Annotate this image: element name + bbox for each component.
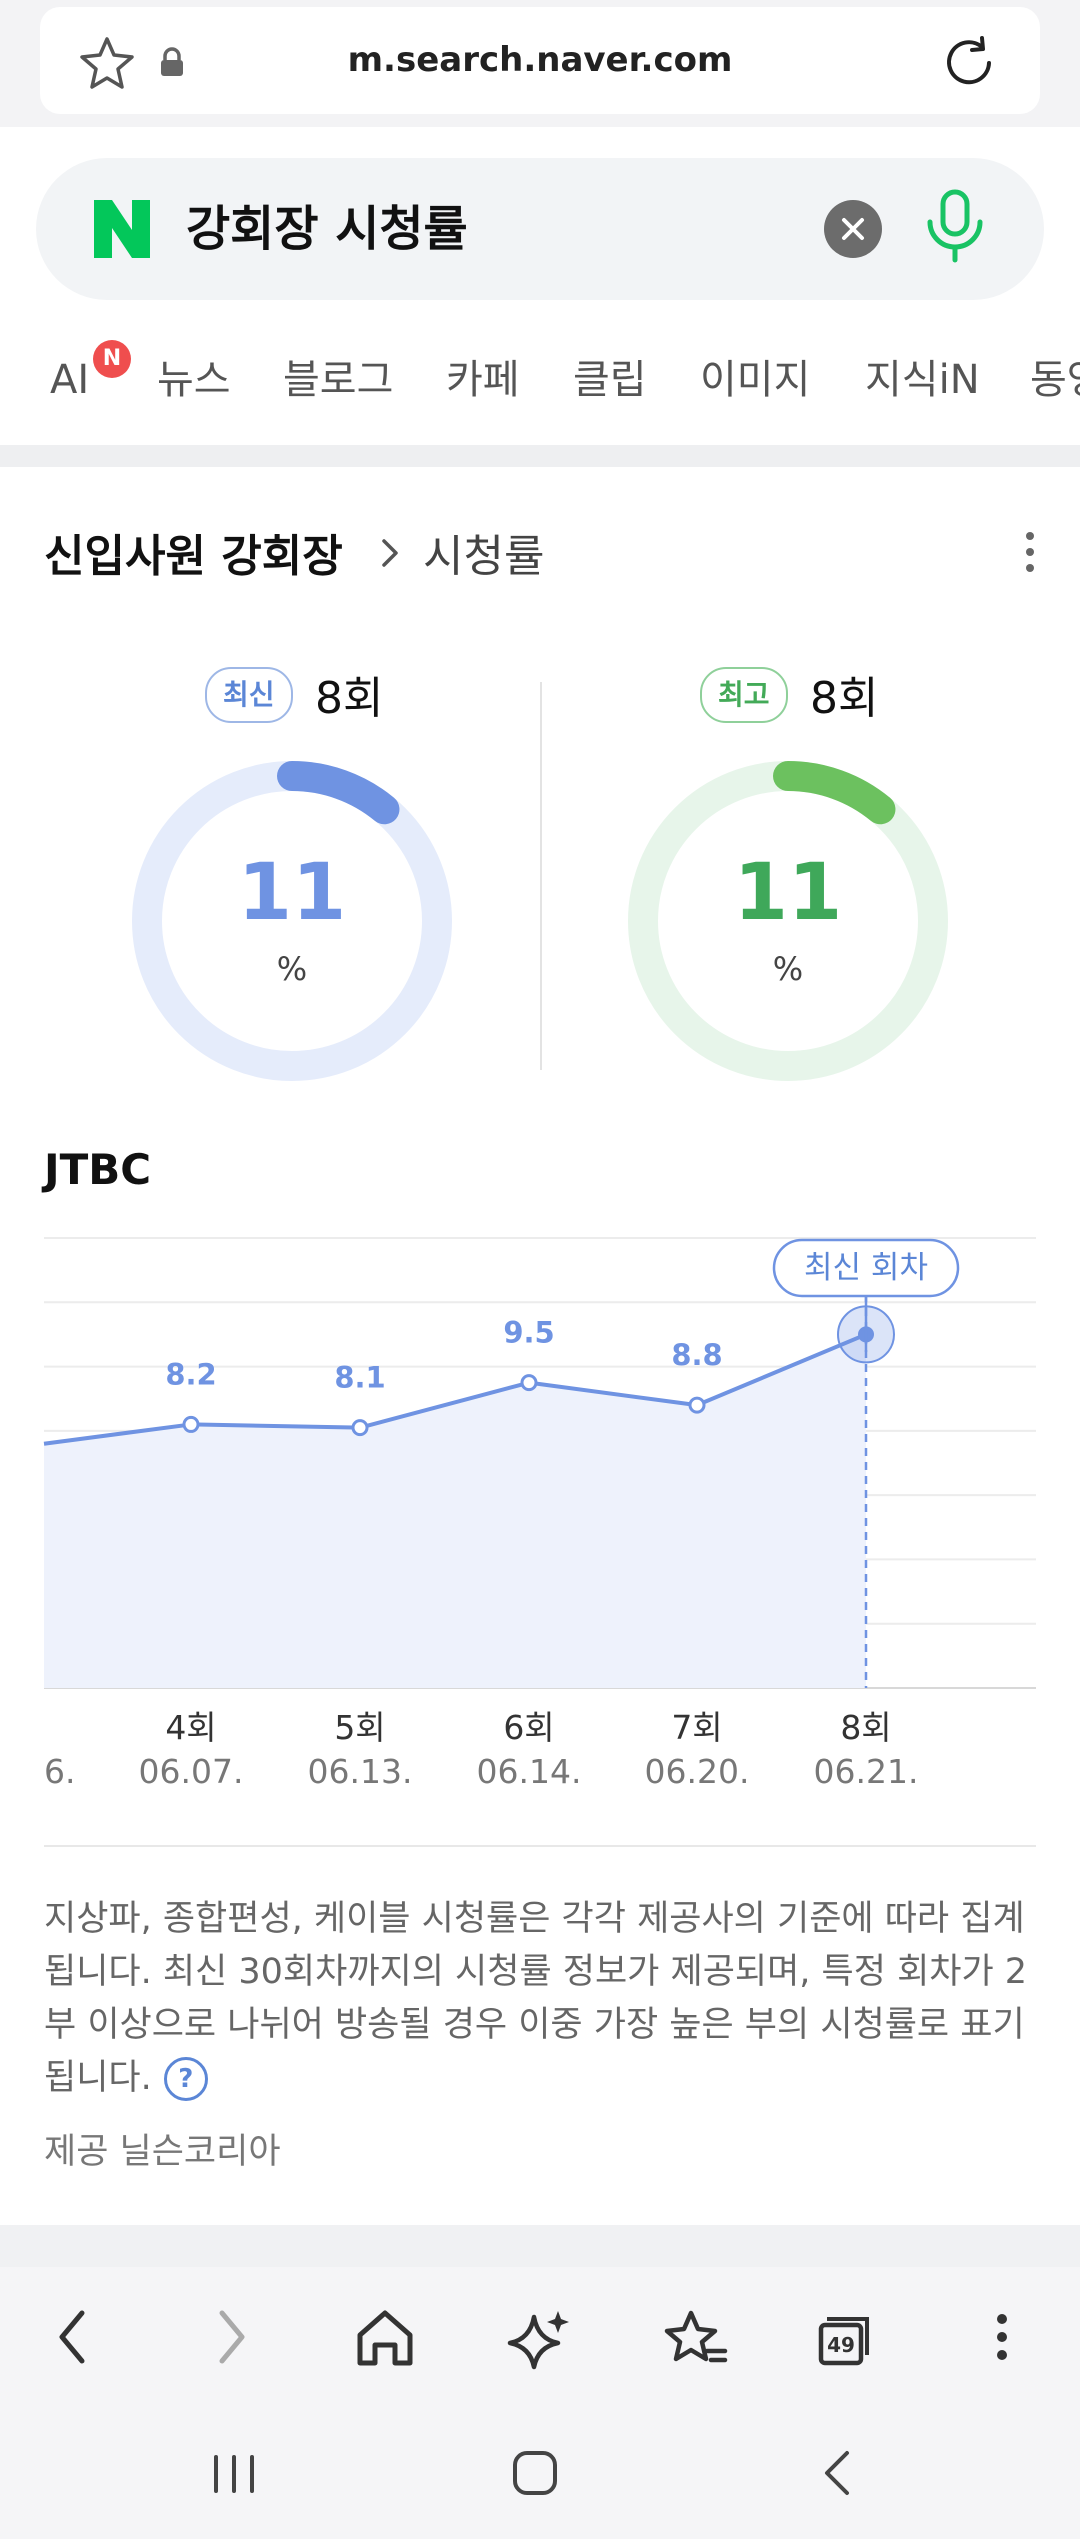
url-box[interactable]: m.search.naver.com — [40, 7, 1040, 114]
ring-divider — [540, 682, 542, 1070]
tabs-icon: 49 — [818, 2317, 869, 2366]
x-tick-episode: 8회 — [840, 1708, 891, 1747]
x-tick-date: 06.14. — [477, 1752, 582, 1791]
recents-icon — [214, 2455, 254, 2493]
star-list-icon — [664, 2310, 728, 2363]
data-provider: 제공 닐슨코리아 — [44, 2132, 281, 2172]
latest-rating-unit: % — [276, 950, 308, 988]
tab-clip[interactable]: 클립 — [573, 300, 647, 440]
latest-rating-value: 11 — [237, 848, 347, 938]
home-nav-button[interactable] — [475, 2407, 595, 2539]
tab-image[interactable]: 이미지 — [700, 300, 810, 440]
x-tick-episode: 6회 — [503, 1708, 554, 1747]
chevron-right-icon — [219, 2310, 245, 2364]
browser-toolbar: 49 — [0, 2267, 1080, 2407]
forward-button[interactable] — [180, 2267, 280, 2407]
x-tick-date: 06.13. — [308, 1752, 413, 1791]
clear-search-button[interactable] — [824, 200, 882, 258]
best-badge: 최고 — [700, 667, 788, 723]
x-tick-date: 06.07. — [139, 1752, 244, 1791]
browser-menu-button[interactable] — [952, 2267, 1052, 2407]
sparkle-icon — [507, 2311, 569, 2370]
data-point — [182, 1415, 200, 1433]
back-nav-icon — [825, 2451, 849, 2495]
best-rating-value: 11 — [733, 848, 843, 938]
tab-kin[interactable]: 지식iN — [865, 300, 980, 440]
divider — [44, 1845, 1036, 1847]
system-nav-bar — [0, 2407, 1080, 2539]
home-icon — [357, 2310, 413, 2366]
bookmarks-button[interactable] — [645, 2267, 745, 2407]
x-tick-date: 06.21. — [814, 1752, 919, 1791]
best-episode: 8회 — [810, 673, 879, 724]
chevron-left-icon — [59, 2310, 85, 2364]
best-rating-unit: % — [772, 950, 804, 988]
back-nav-button[interactable] — [777, 2407, 897, 2539]
tab-ai[interactable]: AI — [50, 300, 89, 440]
naver-logo-icon[interactable] — [90, 198, 154, 260]
ratings-note: 지상파, 종합편성, 케이블 시청률은 각각 제공사의 기준에 따라 집계됩니다… — [44, 1893, 1034, 2105]
data-point — [688, 1396, 706, 1414]
more-vertical-icon — [997, 2314, 1007, 2360]
latest-callout: 최신 회차 — [804, 1250, 928, 1286]
section-subtitle: 시청률 — [423, 531, 545, 582]
ai-assist-button[interactable] — [490, 2267, 590, 2407]
ratings-line-chart[interactable]: 8.28.19.58.811.0최신 회차6.4회06.07.5회06.13.6… — [0, 1230, 1080, 1810]
tabs-button[interactable]: 49 — [797, 2267, 897, 2407]
data-point — [351, 1419, 369, 1437]
home-nav-icon — [513, 2451, 557, 2495]
tab-blog[interactable]: 블로그 — [283, 300, 393, 440]
tab-count: 49 — [827, 2333, 855, 2357]
tab-cafe[interactable]: 카페 — [446, 300, 520, 440]
voice-search-mic-icon[interactable] — [922, 188, 988, 270]
x-tick-episode: 7회 — [671, 1708, 722, 1747]
data-label: 8.8 — [671, 1338, 722, 1372]
back-button[interactable] — [24, 2267, 124, 2407]
latest-episode: 8회 — [315, 673, 384, 724]
close-icon — [842, 218, 864, 240]
new-badge: N — [93, 340, 131, 378]
network-label: JTBC — [44, 1145, 152, 1194]
x-tick-date: 6. — [44, 1752, 76, 1791]
chevron-right-icon — [382, 539, 398, 567]
tab-news[interactable]: 뉴스 — [157, 300, 231, 440]
section-title[interactable]: 신입사원 강회장 — [44, 520, 343, 584]
data-point — [520, 1374, 538, 1392]
latest-badge: 최신 — [205, 667, 293, 723]
search-box[interactable]: 강회장 시청률 — [36, 158, 1044, 300]
x-tick-episode: 5회 — [334, 1708, 385, 1747]
help-icon[interactable]: ? — [163, 2057, 208, 2101]
data-label: 8.2 — [165, 1357, 216, 1391]
tab-video[interactable]: 동영 — [1030, 300, 1080, 440]
search-category-tabs: AI 뉴스 블로그 카페 클립 이미지 지식iN 동영 — [0, 300, 1080, 440]
browser-address-bar: m.search.naver.com — [0, 0, 1080, 127]
more-options-icon[interactable] — [1020, 528, 1040, 576]
data-label: 9.5 — [503, 1316, 554, 1350]
x-tick-episode: 4회 — [165, 1708, 216, 1747]
section-divider — [0, 2225, 1080, 2267]
x-tick-date: 06.20. — [645, 1752, 750, 1791]
home-button[interactable] — [335, 2267, 435, 2407]
recent-apps-button[interactable] — [174, 2407, 294, 2539]
url-text[interactable]: m.search.naver.com — [40, 7, 1040, 114]
refresh-icon[interactable] — [942, 33, 998, 89]
section-divider — [0, 445, 1080, 467]
data-label: 8.1 — [334, 1361, 385, 1395]
search-input[interactable]: 강회장 시청률 — [186, 158, 468, 300]
